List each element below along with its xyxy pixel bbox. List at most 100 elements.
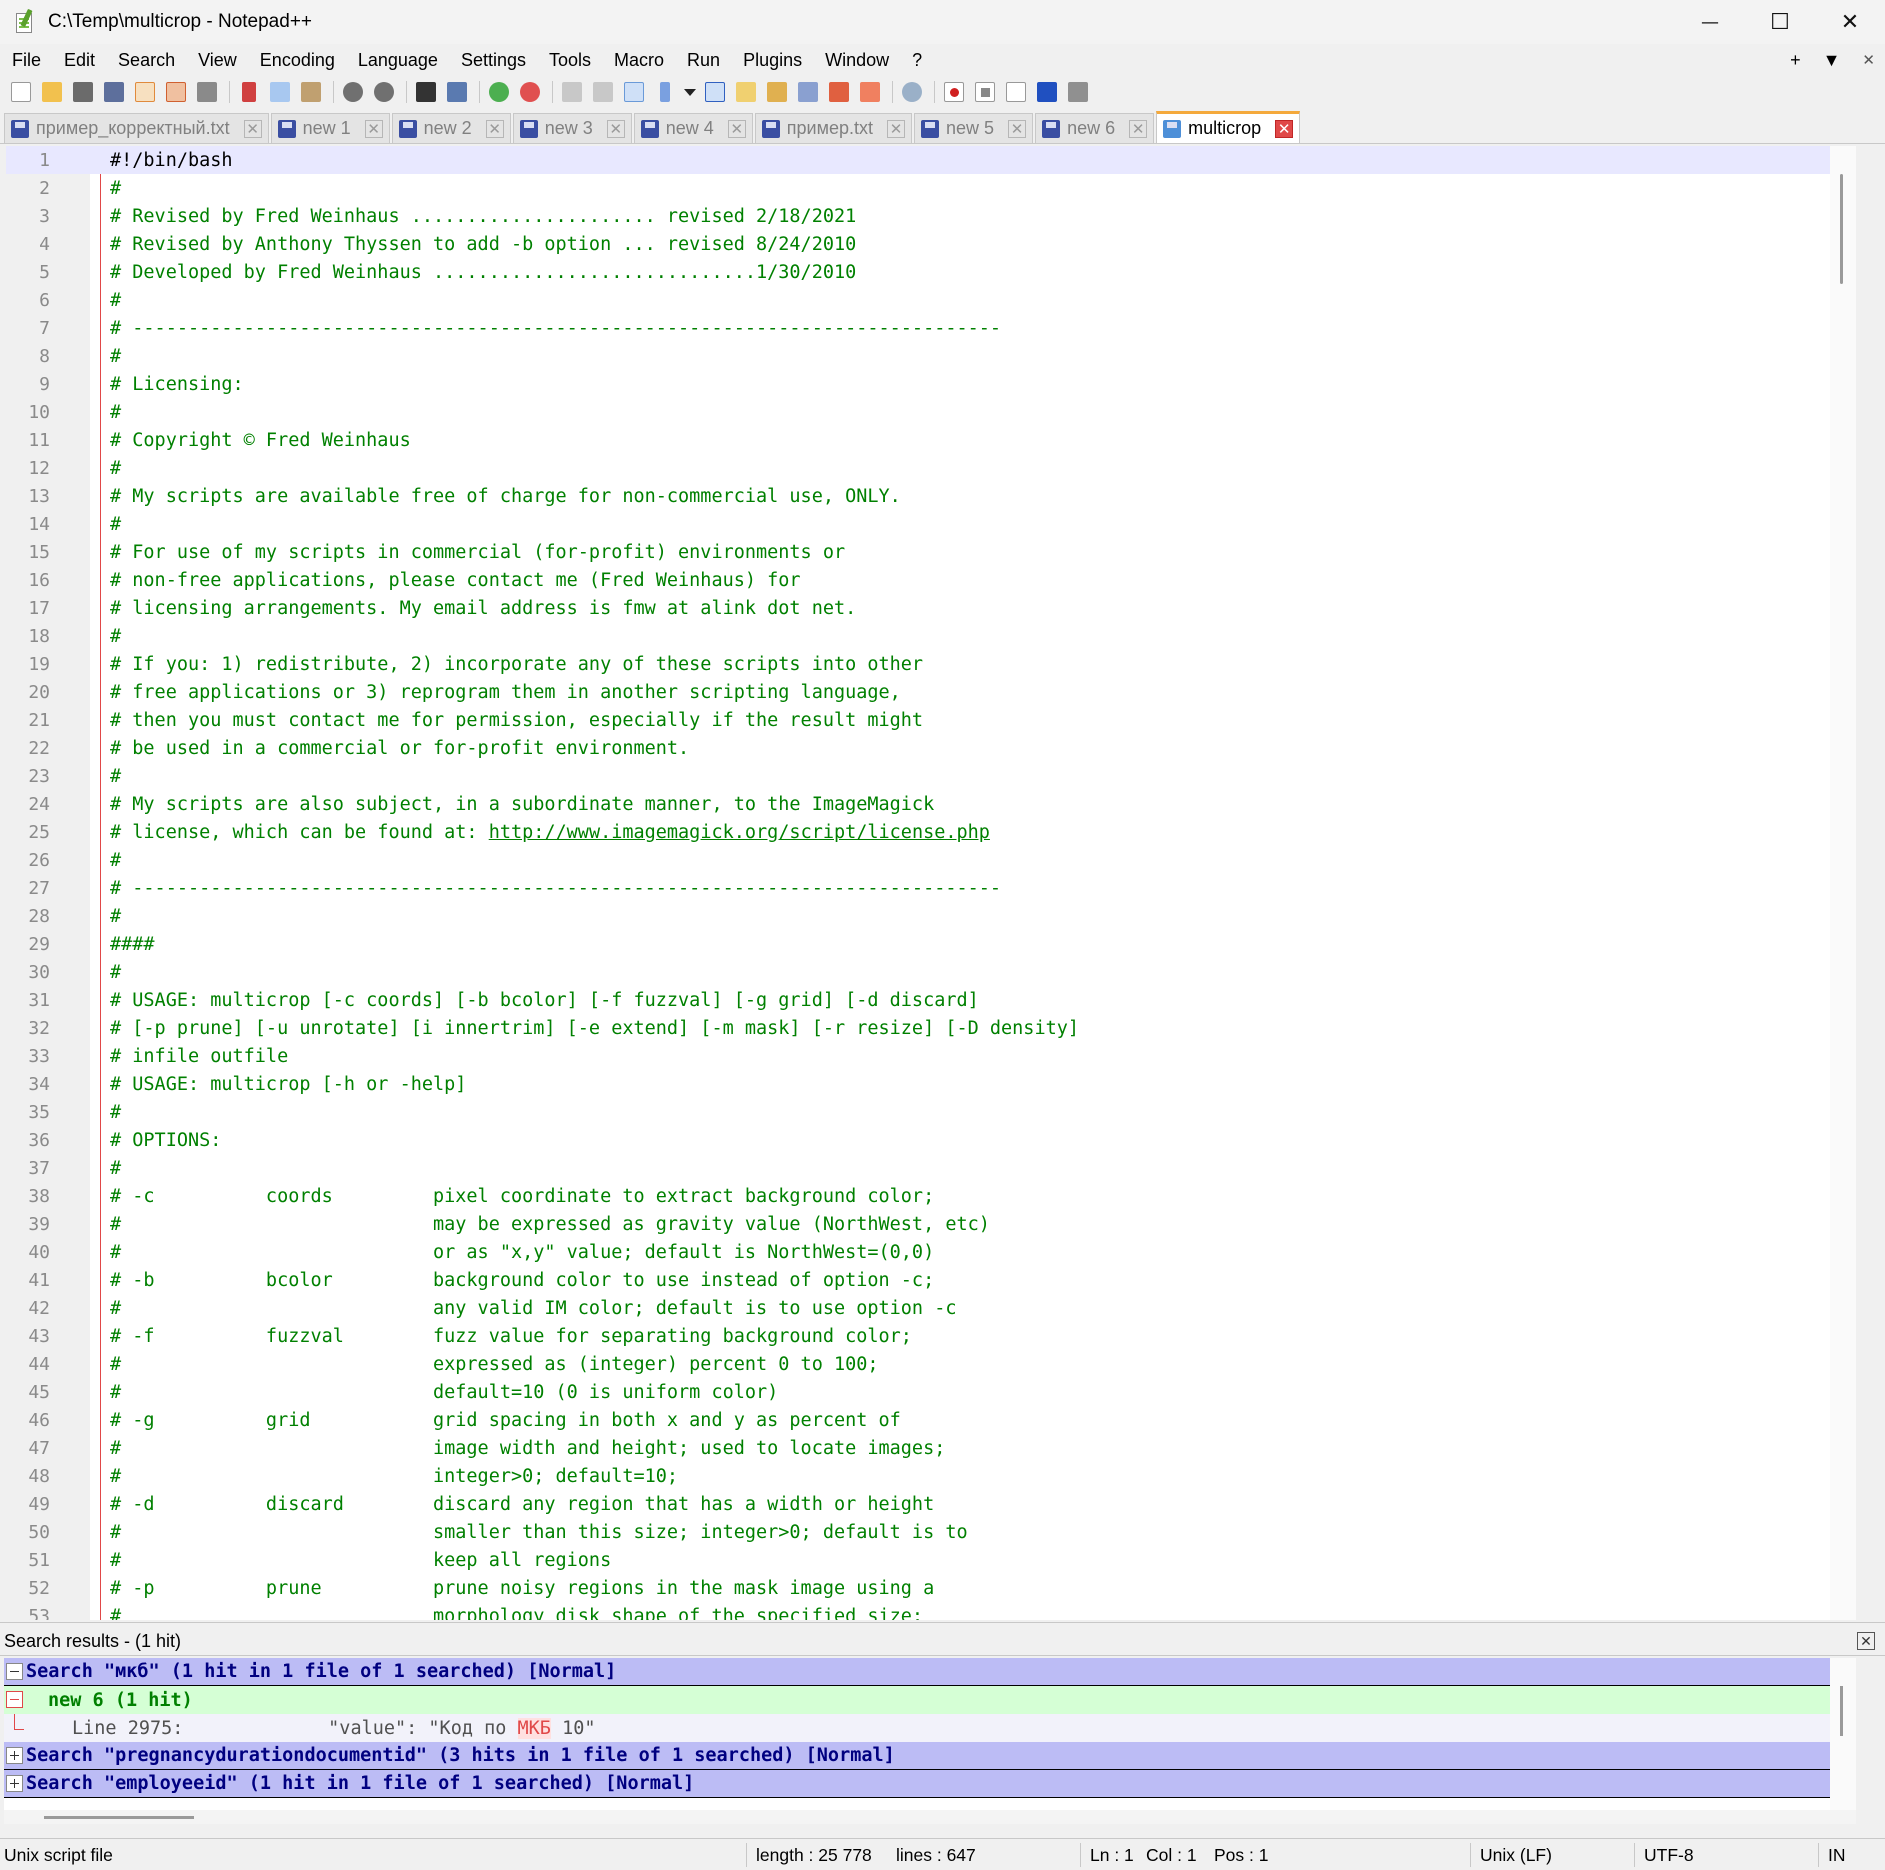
results-horizontal-scrollbar[interactable] xyxy=(4,1810,1856,1824)
tab-close-icon[interactable]: ✕ xyxy=(1129,119,1148,138)
code-text[interactable]: # xyxy=(110,766,121,787)
tab-close-icon[interactable]: ✕ xyxy=(606,119,625,138)
code-text[interactable]: # Revised by Anthony Thyssen to add -b o… xyxy=(110,234,856,255)
tab-list-icon[interactable]: ▼ xyxy=(1823,50,1841,71)
undo-icon[interactable] xyxy=(340,79,366,105)
search-result-file[interactable]: new 6 (1 hit) xyxy=(4,1686,1856,1714)
search-result-group[interactable]: Search "мкб" (1 hit in 1 file of 1 searc… xyxy=(4,1658,1856,1686)
code-text[interactable]: #!/bin/bash xyxy=(110,150,233,171)
close-document-icon[interactable]: ✕ xyxy=(1862,51,1875,69)
menu-tools[interactable]: Tools xyxy=(537,44,602,76)
code-text[interactable]: # smaller than this size; integer>0; def… xyxy=(110,1522,968,1543)
save-macro-icon[interactable] xyxy=(1065,79,1091,105)
run-macro-multiple-icon[interactable] xyxy=(1034,79,1060,105)
search-result-hit[interactable]: Line 2975: "value": "Код по МКБ 10" xyxy=(4,1714,1856,1742)
tab-new-1[interactable]: new 1 ✕ xyxy=(270,113,390,143)
code-text[interactable]: # integer>0; default=10; xyxy=(110,1466,678,1487)
editor-line[interactable]: 41 # -b bcolor background color to use in… xyxy=(6,1266,1856,1294)
expand-icon[interactable] xyxy=(6,1775,23,1792)
tab-new-5[interactable]: new 5 ✕ xyxy=(914,113,1034,143)
redo-icon[interactable] xyxy=(371,79,397,105)
zoom-in-icon[interactable] xyxy=(486,79,512,105)
code-text[interactable]: # xyxy=(110,1102,121,1123)
code-text[interactable]: # xyxy=(110,458,121,479)
document-map-icon[interactable] xyxy=(764,79,790,105)
editor-line[interactable]: 49 # -d discard discard any region that h… xyxy=(6,1490,1856,1518)
tab-new-6[interactable]: new 6 ✕ xyxy=(1035,113,1155,143)
tab-close-icon[interactable]: ✕ xyxy=(243,119,262,138)
close-file-icon[interactable] xyxy=(132,79,158,105)
search-result-group[interactable]: Search "employeeid" (1 hit in 1 file of … xyxy=(4,1770,1856,1798)
code-text[interactable]: # xyxy=(110,290,121,311)
tab-close-icon[interactable]: ✕ xyxy=(1008,119,1027,138)
code-text[interactable]: # non-free applications, please contact … xyxy=(110,570,801,591)
show-all-chars-icon[interactable] xyxy=(652,79,678,105)
code-text[interactable]: # xyxy=(110,626,121,647)
cut-icon[interactable] xyxy=(236,79,262,105)
menu-search[interactable]: Search xyxy=(106,44,186,76)
tab-new-3[interactable]: new 3 ✕ xyxy=(512,113,632,143)
notepadpp-icon[interactable] xyxy=(14,8,36,34)
save-icon[interactable] xyxy=(70,79,96,105)
new-file-icon[interactable] xyxy=(8,79,34,105)
monitoring-icon[interactable] xyxy=(899,79,925,105)
paste-icon[interactable] xyxy=(298,79,324,105)
editor-line[interactable]: 51 # keep all regions xyxy=(6,1546,1856,1574)
scrollbar-thumb[interactable] xyxy=(44,1816,194,1819)
editor-line[interactable]: 30 # xyxy=(6,958,1856,986)
editor-line[interactable]: 9 # Licensing: xyxy=(6,370,1856,398)
editor-line[interactable]: 48 # integer>0; default=10; xyxy=(6,1462,1856,1490)
editor-line[interactable]: 42 # any valid IM color; default is to us… xyxy=(6,1294,1856,1322)
record-macro-icon[interactable] xyxy=(941,79,967,105)
code-text[interactable]: # xyxy=(110,850,121,871)
editor-line[interactable]: 12 # xyxy=(6,454,1856,482)
code-text[interactable]: # keep all regions xyxy=(110,1550,611,1571)
replace-icon[interactable] xyxy=(444,79,470,105)
code-text[interactable]: # xyxy=(110,178,121,199)
close-button[interactable]: ✕ xyxy=(1815,0,1885,44)
code-text[interactable]: # licensing arrangements. My email addre… xyxy=(110,598,856,619)
code-text[interactable]: # Developed by Fred Weinhaus ...........… xyxy=(110,262,856,283)
editor-line[interactable]: 10 # xyxy=(6,398,1856,426)
copy-icon[interactable] xyxy=(267,79,293,105)
editor-line[interactable]: 50 # smaller than this size; integer>0; d… xyxy=(6,1518,1856,1546)
find-icon[interactable] xyxy=(413,79,439,105)
code-text[interactable]: # xyxy=(110,402,121,423)
code-text[interactable]: # morphology disk shape of the specified… xyxy=(110,1606,923,1621)
zoom-out-icon[interactable] xyxy=(517,79,543,105)
code-text[interactable]: # free applications or 3) reprogram them… xyxy=(110,682,901,703)
editor-line[interactable]: 5 # Developed by Fred Weinhaus ..........… xyxy=(6,258,1856,286)
code-text[interactable]: # license, which can be found at: http:/… xyxy=(110,822,990,843)
editor-line[interactable]: 31 # USAGE: multicrop [-c coords] [-b bco… xyxy=(6,986,1856,1014)
code-text[interactable]: # xyxy=(110,1158,121,1179)
tab-primer-korrektnyj[interactable]: пример_корректный.txt ✕ xyxy=(4,113,269,143)
code-text[interactable]: # -f fuzzval fuzz value for separating b… xyxy=(110,1326,912,1347)
menu-plugins[interactable]: Plugins xyxy=(731,44,813,76)
code-text[interactable]: # Copyright © Fred Weinhaus xyxy=(110,430,411,451)
print-icon[interactable] xyxy=(194,79,220,105)
code-text[interactable]: # default=10 (0 is uniform color) xyxy=(110,1382,778,1403)
editor-line[interactable]: 11 # Copyright © Fred Weinhaus xyxy=(6,426,1856,454)
code-text[interactable]: # My scripts are also subject, in a subo… xyxy=(110,794,934,815)
editor-line[interactable]: 39 # may be expressed as gravity value (N… xyxy=(6,1210,1856,1238)
close-all-icon[interactable] xyxy=(163,79,189,105)
menu-edit[interactable]: Edit xyxy=(52,44,106,76)
folder-workspace-icon[interactable] xyxy=(857,79,883,105)
menu-macro[interactable]: Macro xyxy=(602,44,675,76)
code-text[interactable]: # xyxy=(110,346,121,367)
maximize-button[interactable]: ☐ xyxy=(1745,0,1815,44)
editor-line[interactable]: 46 # -g grid grid spacing in both x and y… xyxy=(6,1406,1856,1434)
code-text[interactable]: # expressed as (integer) percent 0 to 10… xyxy=(110,1354,879,1375)
tab-close-icon[interactable]: ✕ xyxy=(887,119,906,138)
editor-line[interactable]: 2 # xyxy=(6,174,1856,202)
editor-line[interactable]: 21 # then you must contact me for permiss… xyxy=(6,706,1856,734)
tab-new-2[interactable]: new 2 ✕ xyxy=(391,113,511,143)
editor-line[interactable]: 26 # xyxy=(6,846,1856,874)
close-panel-icon[interactable]: ✕ xyxy=(1857,1632,1875,1650)
search-results[interactable]: Search "мкб" (1 hit in 1 file of 1 searc… xyxy=(4,1658,1856,1810)
code-text[interactable]: # xyxy=(110,514,121,535)
results-vertical-scrollbar[interactable] xyxy=(1830,1658,1856,1810)
menu-window[interactable]: Window xyxy=(813,44,900,76)
editor-line[interactable]: 40 # or as "x,y" value; default is NorthW… xyxy=(6,1238,1856,1266)
panel-splitter[interactable] xyxy=(0,1622,1885,1627)
